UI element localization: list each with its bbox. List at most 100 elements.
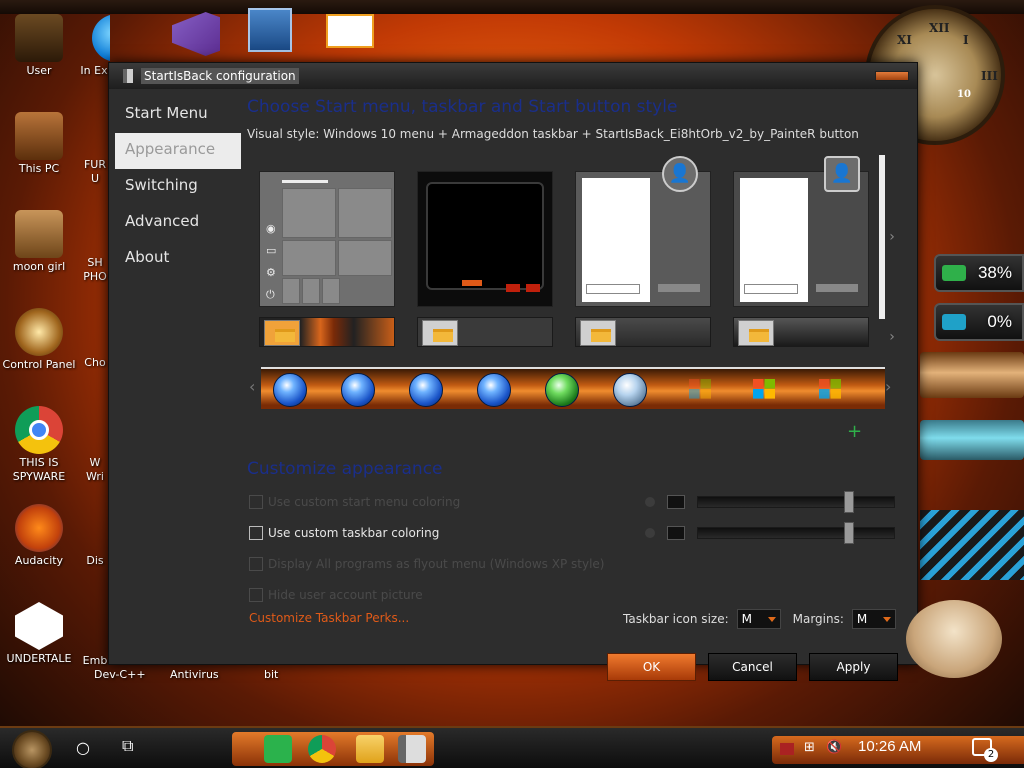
armageddon-accent [462,280,482,286]
tile [282,188,336,238]
hxd-icon[interactable] [326,14,374,48]
add-icon[interactable]: + [847,421,862,442]
orb-option[interactable] [613,373,647,407]
taskbar-style-vista[interactable] [733,317,869,347]
power-icon: ⏻ [266,288,275,301]
checkbox [249,495,263,509]
search-box [744,284,798,294]
desktop-icon-label: Emb [82,654,108,667]
network-icon[interactable]: ⊞ [804,740,815,755]
sidebar-item-start-menu[interactable]: Start Menu [115,97,241,133]
desktop-icon-moon-girl[interactable]: moon girl [0,210,78,274]
desktop-icon-label: UNDERTALE [6,652,72,665]
select-value: M [856,612,868,626]
shutdown-button [816,284,858,292]
sidebar-item-appearance[interactable]: Appearance [115,133,241,169]
checkbox[interactable] [249,526,263,540]
chevron-left-icon[interactable]: ‹ [249,377,255,396]
taskbar-button [264,320,300,346]
desktop-icon-control-panel[interactable]: Control Panel [0,308,78,372]
tray-app-icon[interactable] [780,743,794,755]
desktop-icon-partial[interactable]: Dis [80,554,110,568]
customize-taskbar-perks-link[interactable]: Customize Taskbar Perks... [249,611,409,625]
icon-size-select[interactable]: M [736,609,781,629]
option-custom-taskbar-coloring[interactable]: Use custom taskbar coloring [249,526,439,540]
orb-option[interactable] [409,373,443,407]
sidebar-item-switching[interactable]: Switching [115,169,241,205]
folder-icon [275,329,295,342]
chevron-right-icon[interactable]: › [885,377,891,396]
close-button[interactable] [875,71,909,81]
desktop-icon-spyware[interactable]: THIS IS SPYWARE [0,406,78,484]
appearance-panel: Choose Start menu, taskbar and Start but… [247,97,911,681]
checkbox [249,557,263,571]
window-titlebar[interactable]: StartIsBack configuration [109,63,917,89]
orb-option[interactable] [545,373,579,407]
sidebar-nav: Start Menu Appearance Switching Advanced… [115,97,241,277]
sidebar-item-advanced[interactable]: Advanced [115,205,241,241]
user-avatar-icon: 👤 [662,156,698,192]
desktop-icon-undertale[interactable]: UNDERTALE [0,602,78,666]
tile [322,278,340,304]
slider-track [697,491,895,513]
taskbar-style-win10[interactable] [417,317,553,347]
checkbox [249,588,263,602]
windows-flag-icon[interactable] [819,379,841,399]
color-swatch [667,526,685,540]
clock-center-number: 10 [957,89,971,100]
windows-flag-icon[interactable] [753,379,775,399]
desktop-icon-user[interactable]: User [0,14,78,78]
desktop-top-strip [0,0,1024,14]
desktop-icon-label: Control Panel [2,358,76,371]
orb-option[interactable] [477,373,511,407]
taskbar-clock[interactable]: 10:26 AM [858,738,921,755]
desktop-icon-label: Audacity [14,554,64,567]
start-menu-color-slider [645,491,895,513]
taskbar-style-list [259,317,869,347]
desktop-icon-label[interactable]: Dev-C++ [94,668,146,681]
start-menu-style-armageddon[interactable] [417,171,553,307]
gauge-value: 38% [977,263,1012,282]
desktop-icon-partial[interactable]: In Ex [78,14,110,78]
option-flyout-menu: Display All programs as flyout menu (Win… [249,557,604,571]
menu-top-bar [282,180,328,183]
folder-icon [591,329,611,342]
task-view-icon[interactable]: ⧉ [122,736,133,756]
chevron-right-icon[interactable]: › [883,329,901,345]
start-menu-style-vista[interactable]: 👤 [733,156,869,307]
clock-numeral: III [981,69,998,83]
desktop-icon-partial[interactable]: SH PHO [80,256,110,284]
feedly-icon[interactable] [264,735,292,763]
taskbar-color-slider [645,522,895,544]
search-circle-icon[interactable]: ○ [76,738,90,757]
chevron-right-icon[interactable]: › [883,229,901,245]
margins-select[interactable]: M [851,609,896,629]
desktop-icon-partial[interactable]: W Wri [80,456,110,484]
startisback-icon[interactable] [398,735,426,763]
desktop-icon-partial[interactable]: Emb [80,654,110,668]
start-menu-style-win10[interactable]: ◉ ▭ ⚙ ⏻ [259,171,395,307]
chrome-icon[interactable] [308,735,336,763]
armageddon-accent [506,284,520,292]
taskbar-style-win7[interactable] [575,317,711,347]
steampunk-pipe-decoration [920,420,1024,460]
virtualbox-icon[interactable] [248,8,292,52]
desktop-icon-this-pc[interactable]: This PC [0,112,78,176]
desktop-icon-label[interactable]: Antivirus [170,668,219,681]
desktop-icon-partial[interactable]: FUR U [80,158,110,186]
start-button[interactable] [12,730,52,768]
desktop-icon-label[interactable]: bit [264,668,278,681]
start-menu-style-list: ◉ ▭ ⚙ ⏻ 👤 👤 [259,156,869,307]
sidebar-item-about[interactable]: About [115,241,241,277]
clock-numeral: XII [929,21,950,35]
desktop-icon-audacity[interactable]: Audacity [0,504,78,568]
visual-studio-icon[interactable] [172,12,220,56]
taskbar-style-armageddon[interactable] [259,317,395,347]
volume-muted-icon[interactable]: 🔇 [826,740,842,755]
file-explorer-icon[interactable] [356,735,384,763]
start-menu-style-win7[interactable]: 👤 [575,156,711,307]
orb-option[interactable] [273,373,307,407]
orb-option[interactable] [341,373,375,407]
desktop-icon-partial[interactable]: Cho [80,356,110,370]
windows-flag-icon[interactable] [689,379,711,399]
